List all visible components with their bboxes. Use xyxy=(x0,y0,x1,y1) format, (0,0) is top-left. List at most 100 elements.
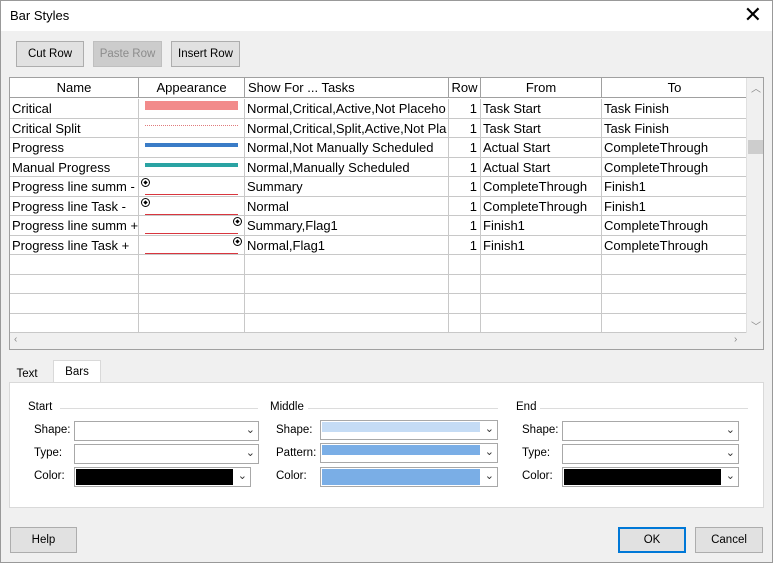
cell-from[interactable]: Finish1 xyxy=(481,235,602,254)
table-row[interactable]: Manual Progress Normal,Manually Scheduled… xyxy=(10,157,747,177)
help-button[interactable]: Help xyxy=(10,527,77,553)
cell-show-for[interactable]: Summary,Flag1 xyxy=(245,216,449,235)
scroll-up-icon[interactable]: ︿ xyxy=(751,80,761,95)
horizontal-scrollbar[interactable]: ‹ › xyxy=(10,333,747,349)
cell-name[interactable] xyxy=(10,274,139,293)
cell-row[interactable]: 1 xyxy=(449,118,481,137)
cell-from[interactable]: Task Start xyxy=(481,118,602,137)
cell-to[interactable] xyxy=(602,294,747,313)
cell-show-for[interactable]: Normal,Manually Scheduled xyxy=(245,157,449,176)
cell-name[interactable]: Critical xyxy=(10,99,139,118)
middle-color-select[interactable]: ⌄ xyxy=(320,467,498,487)
header-appearance[interactable]: Appearance xyxy=(139,78,245,98)
cell-from[interactable] xyxy=(481,274,602,293)
cell-show-for[interactable]: Normal xyxy=(245,196,449,215)
cancel-button[interactable]: Cancel xyxy=(695,527,763,553)
cell-from[interactable] xyxy=(481,294,602,313)
tab-bars[interactable]: Bars xyxy=(53,360,101,383)
cell-name[interactable]: Progress line summ + xyxy=(10,216,139,235)
header-name[interactable]: Name xyxy=(10,78,139,98)
close-icon[interactable]: ✕ xyxy=(744,3,762,27)
cell-appearance[interactable] xyxy=(139,177,245,196)
cell-appearance[interactable] xyxy=(139,99,245,118)
cell-row[interactable]: 1 xyxy=(449,177,481,196)
end-shape-select[interactable]: ⌄ xyxy=(562,421,739,441)
start-color-select[interactable]: ⌄ xyxy=(74,467,251,487)
table-row[interactable] xyxy=(10,255,747,275)
table-row[interactable] xyxy=(10,274,747,294)
cell-appearance[interactable] xyxy=(139,196,245,215)
cell-appearance[interactable] xyxy=(139,294,245,313)
cell-row[interactable]: 1 xyxy=(449,235,481,254)
cell-name[interactable]: Progress line Task + xyxy=(10,235,139,254)
cell-name[interactable] xyxy=(10,294,139,313)
cell-to[interactable]: Task Finish xyxy=(602,119,747,138)
cell-appearance[interactable] xyxy=(139,138,245,157)
header-from[interactable]: From xyxy=(481,78,602,98)
cell-to[interactable]: Finish1 xyxy=(602,177,747,196)
table-row[interactable] xyxy=(10,294,747,314)
table-row[interactable]: Progress line summ + Summary,Flag1 1 Finish… xyxy=(10,216,747,236)
ok-button[interactable]: OK xyxy=(618,527,686,553)
middle-shape-select[interactable]: ⌄ xyxy=(320,420,498,440)
cell-row[interactable] xyxy=(449,313,481,332)
cell-to[interactable] xyxy=(602,275,747,294)
header-to[interactable]: To xyxy=(602,78,747,98)
header-row[interactable]: Row xyxy=(449,78,481,98)
cell-appearance[interactable] xyxy=(139,274,245,293)
cell-row[interactable]: 1 xyxy=(449,157,481,176)
vertical-scrollbar[interactable]: ︿ ﹀ xyxy=(746,78,763,349)
table-row[interactable]: Progress Normal,Not Manually Scheduled 1 Ac… xyxy=(10,138,747,158)
cell-show-for[interactable]: Normal,Critical,Split,Active,Not Pla xyxy=(245,118,449,137)
cell-show-for[interactable] xyxy=(245,274,449,293)
cell-to[interactable]: CompleteThrough xyxy=(602,158,747,177)
header-show-for[interactable]: Show For ... Tasks xyxy=(245,78,449,98)
end-type-select[interactable]: ⌄ xyxy=(562,444,739,464)
insert-row-button[interactable]: Insert Row xyxy=(171,41,240,67)
cell-name[interactable]: Progress line summ - xyxy=(10,177,139,196)
cell-to[interactable]: Task Finish xyxy=(602,99,747,118)
cell-name[interactable]: Critical Split xyxy=(10,118,139,137)
cut-row-button[interactable]: Cut Row xyxy=(16,41,84,67)
cell-to[interactable]: CompleteThrough xyxy=(602,216,747,235)
cell-to[interactable] xyxy=(602,314,747,333)
cell-to[interactable]: CompleteThrough xyxy=(602,138,747,157)
table-row[interactable]: Progress line Task - Normal 1 CompleteThrou… xyxy=(10,196,747,216)
cell-from[interactable]: Finish1 xyxy=(481,216,602,235)
scroll-thumb[interactable] xyxy=(748,140,763,154)
cell-appearance[interactable] xyxy=(139,313,245,332)
cell-appearance[interactable] xyxy=(139,235,245,254)
scroll-down-icon[interactable]: ﹀ xyxy=(751,318,761,333)
paste-row-button[interactable]: Paste Row xyxy=(93,41,162,67)
cell-name[interactable]: Manual Progress xyxy=(10,157,139,176)
cell-show-for[interactable]: Normal,Flag1 xyxy=(245,235,449,254)
table-row[interactable]: Progress line summ - Summary 1 CompleteThro… xyxy=(10,177,747,197)
cell-appearance[interactable] xyxy=(139,118,245,137)
cell-from[interactable]: Actual Start xyxy=(481,157,602,176)
table-row[interactable]: Critical Normal,Critical,Active,Not Place… xyxy=(10,99,747,119)
cell-name[interactable]: Progress line Task - xyxy=(10,196,139,215)
cell-from[interactable]: CompleteThrough xyxy=(481,196,602,215)
table-row[interactable]: Critical Split Normal,Critical,Split,Acti… xyxy=(10,118,747,138)
scroll-right-icon[interactable]: › xyxy=(734,334,737,345)
cell-to[interactable]: CompleteThrough xyxy=(602,236,747,255)
cell-appearance[interactable] xyxy=(139,157,245,176)
cell-appearance[interactable] xyxy=(139,255,245,274)
cell-to[interactable]: Finish1 xyxy=(602,197,747,216)
cell-show-for[interactable]: Normal,Critical,Active,Not Placeho xyxy=(245,99,449,118)
cell-name[interactable] xyxy=(10,313,139,332)
scroll-left-icon[interactable]: ‹ xyxy=(14,334,17,345)
cell-to[interactable] xyxy=(602,255,747,274)
cell-show-for[interactable]: Normal,Not Manually Scheduled xyxy=(245,138,449,157)
cell-from[interactable] xyxy=(481,313,602,332)
cell-row[interactable]: 1 xyxy=(449,138,481,157)
cell-row[interactable]: 1 xyxy=(449,216,481,235)
table-row[interactable]: Progress line Task + Normal,Flag1 1 Finish1… xyxy=(10,235,747,255)
cell-row[interactable]: 1 xyxy=(449,196,481,215)
start-shape-select[interactable]: ⌄ xyxy=(74,421,259,441)
cell-row[interactable] xyxy=(449,274,481,293)
middle-pattern-select[interactable]: ⌄ xyxy=(320,443,498,463)
cell-from[interactable]: Task Start xyxy=(481,99,602,118)
cell-from[interactable]: CompleteThrough xyxy=(481,177,602,196)
cell-name[interactable] xyxy=(10,255,139,274)
